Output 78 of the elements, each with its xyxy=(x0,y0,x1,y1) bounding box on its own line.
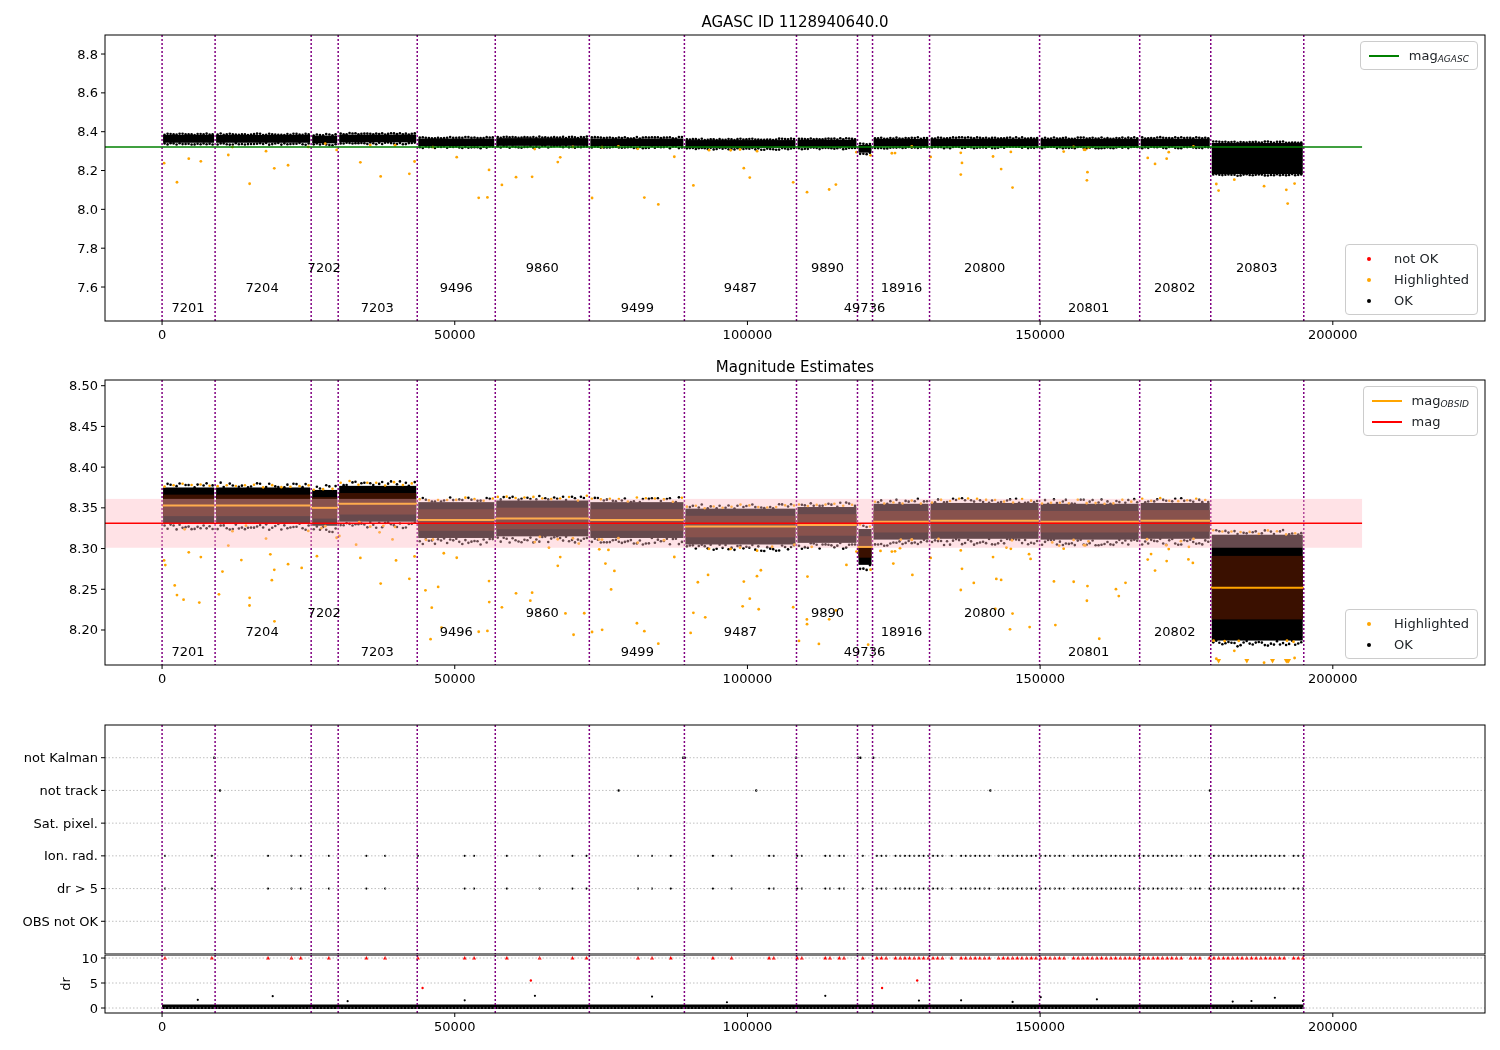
tick-label: not track xyxy=(39,782,98,798)
segment-label: 20802 xyxy=(1154,624,1196,640)
segment-label: 7201 xyxy=(171,644,205,660)
segment-label: 20801 xyxy=(1067,644,1110,660)
segment-label: 9860 xyxy=(525,604,559,620)
tick-label: 8.35 xyxy=(69,500,98,516)
legend-label: Highlighted xyxy=(1394,271,1469,289)
tick-label: 150000 xyxy=(1015,327,1065,342)
tick-label: 200000 xyxy=(1308,327,1358,342)
segment-label: 9496 xyxy=(439,624,473,640)
segment-label: 20801 xyxy=(1067,299,1110,315)
tick-label: 8.20 xyxy=(69,622,98,638)
tick-label: 200000 xyxy=(1308,1019,1358,1034)
segment-label: 18916 xyxy=(880,279,923,295)
segment-label: 9499 xyxy=(620,644,654,660)
segment-label: 7204 xyxy=(245,279,279,295)
tick-label: dr > 5 xyxy=(56,881,98,897)
tick-label: 50000 xyxy=(434,671,476,686)
segment-label: 7201 xyxy=(171,299,205,315)
segment-label: 9890 xyxy=(810,604,845,620)
tick-label: 8.8 xyxy=(77,46,98,62)
segment-label: 7202 xyxy=(307,604,341,620)
axis-label: dr xyxy=(58,977,73,991)
tick-label: Sat. pixel. xyxy=(33,815,98,831)
legend-label: mag$_{AGASC}$ xyxy=(1408,47,1469,66)
tick-label: 8.40 xyxy=(69,459,98,475)
segment-label: 9496 xyxy=(439,279,473,295)
tick-label: 100000 xyxy=(722,671,773,686)
tick-label: 7.8 xyxy=(77,240,98,256)
segment-label: 9890 xyxy=(810,259,845,275)
tick-label: 0 xyxy=(157,327,167,342)
legend-label: OK xyxy=(1394,292,1413,310)
segment-label: 7202 xyxy=(307,259,341,275)
tick-label: 100000 xyxy=(722,327,773,342)
tick-label: 8.6 xyxy=(77,85,98,101)
tick-label: 0 xyxy=(89,1000,98,1016)
legend-label: Highlighted xyxy=(1394,615,1469,633)
segment-label: 18916 xyxy=(880,624,923,640)
segment-label: 49736 xyxy=(843,299,886,315)
segment-label: 7203 xyxy=(360,644,394,660)
segment-label: 7203 xyxy=(360,299,394,315)
tick-label: not Kalman xyxy=(23,750,98,766)
tick-label: 200000 xyxy=(1308,671,1358,686)
tick-label: 8.50 xyxy=(69,378,98,394)
segment-label: 20800 xyxy=(963,604,1006,620)
chart-title: AGASC ID 1128940640.0 xyxy=(701,13,889,31)
chart-title: Magnitude Estimates xyxy=(715,358,875,376)
tick-label: 8.30 xyxy=(69,541,98,557)
segment-label: 9499 xyxy=(620,299,654,315)
segment-label: 9860 xyxy=(525,259,559,275)
tick-label: 150000 xyxy=(1015,1019,1065,1034)
y-axis xyxy=(100,957,106,1009)
legend-label: not OK xyxy=(1394,250,1439,268)
segment-label: 9487 xyxy=(723,624,757,640)
tick-label: 0 xyxy=(157,671,167,686)
tick-label: OBS not OK xyxy=(22,913,98,929)
legend-label: mag$_{OBSID}$ xyxy=(1411,392,1469,411)
tick-label: 0 xyxy=(157,1019,167,1034)
tick-label: 8.45 xyxy=(69,418,98,434)
segment-label: 20800 xyxy=(963,259,1006,275)
tick-label: 8.0 xyxy=(77,201,98,217)
segment-label: 20802 xyxy=(1154,279,1196,295)
tick-label: 150000 xyxy=(1015,671,1065,686)
tick-label: 8.25 xyxy=(69,581,98,597)
tick-label: 50000 xyxy=(434,327,476,342)
tick-label: 50000 xyxy=(434,1019,476,1034)
segment-label: 20803 xyxy=(1236,259,1278,275)
legend-label: OK xyxy=(1394,636,1413,654)
segment-label: 49736 xyxy=(843,644,886,660)
tick-label: 8.4 xyxy=(77,124,98,140)
segment-label: 9487 xyxy=(723,279,757,295)
tick-label: 8.2 xyxy=(77,163,98,178)
tick-label: 7.6 xyxy=(77,279,98,295)
tick-label: 5 xyxy=(89,975,98,991)
legend-label: mag xyxy=(1411,413,1441,431)
tick-label: Ion. rad. xyxy=(44,848,98,864)
tick-label: 100000 xyxy=(722,1019,773,1034)
segment-label: 7204 xyxy=(245,624,279,640)
